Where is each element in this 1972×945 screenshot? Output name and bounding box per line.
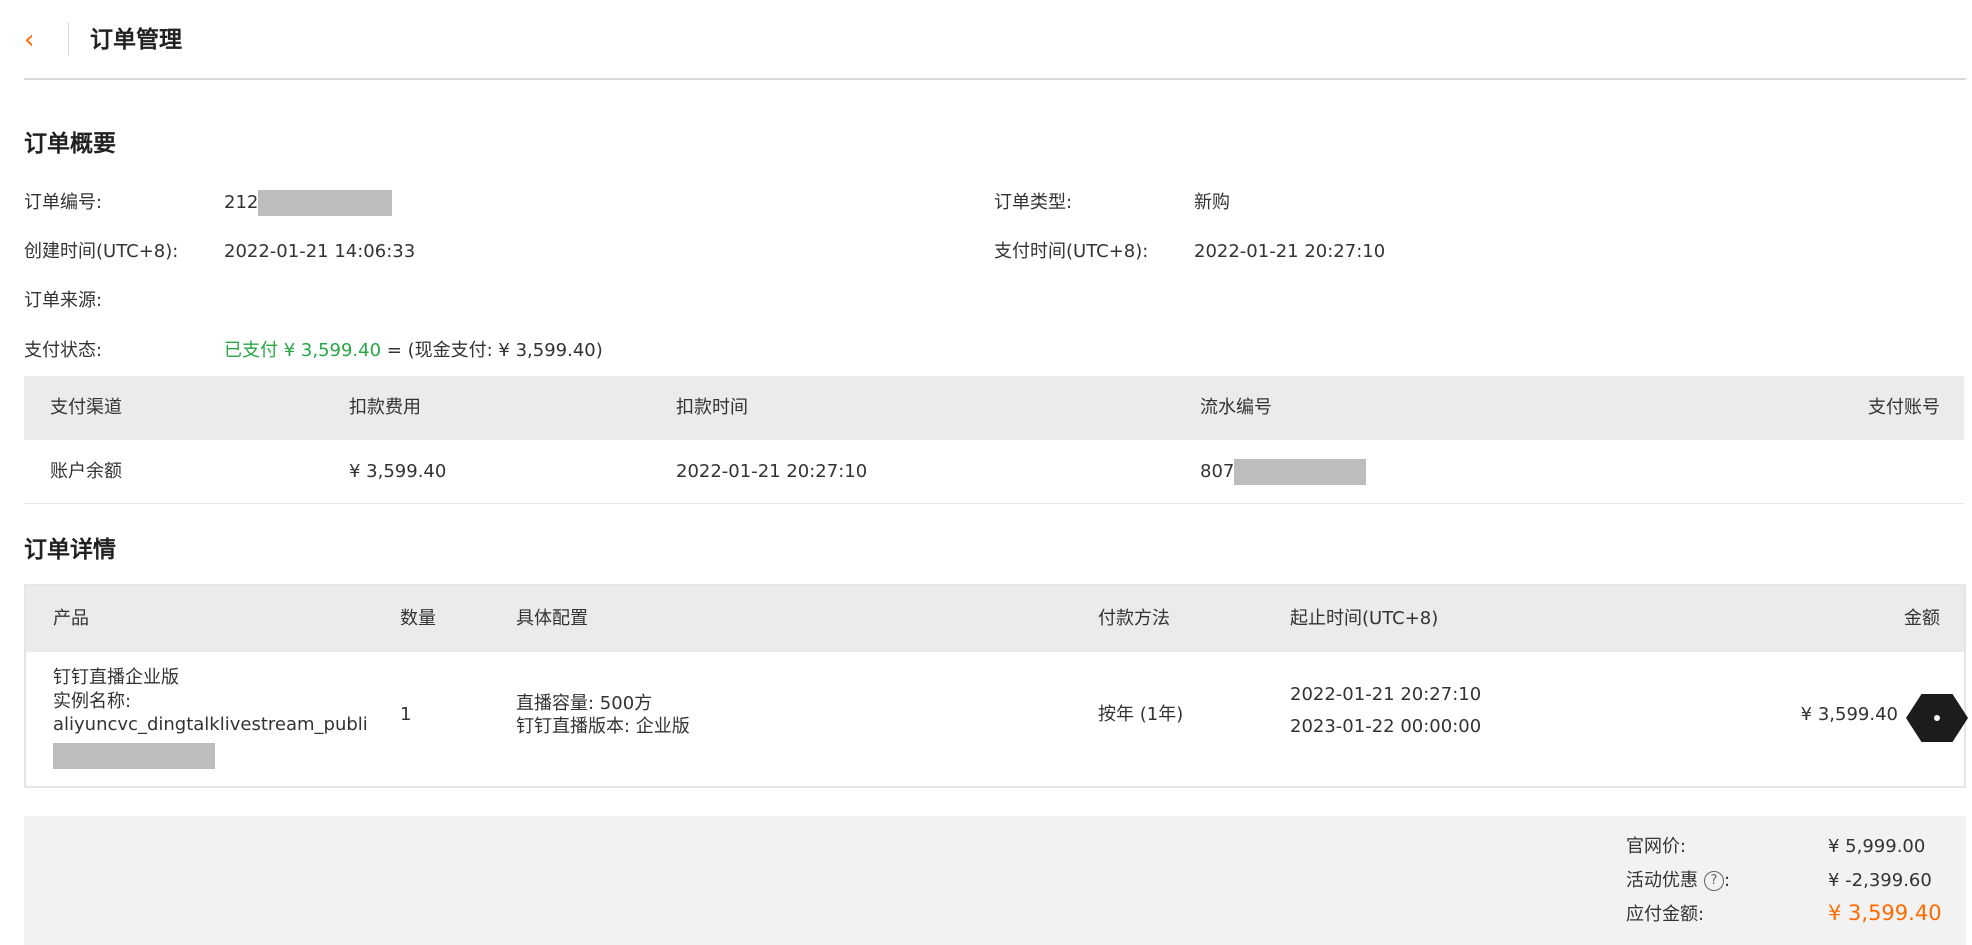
pay-status-value: 已支付 ¥ 3,599.40 = (现金支付: ¥ 3,599.40) [224,338,603,364]
instance-redaction [53,743,215,769]
discount-colon: : [1724,870,1731,891]
payment-col-channel: 支付渠道 [50,397,122,418]
payment-table-header: 支付渠道 扣款费用 扣款时间 流水编号 支付账号 [24,376,1964,440]
order-no-value: 212 [224,190,393,216]
config-edition-value: 企业版 [635,716,690,737]
order-no-redaction [258,190,393,216]
payable-value: ¥ 3,599.40 [1828,901,1942,925]
order-source-label: 订单来源: [24,290,103,311]
created-time-label: 创建时间(UTC+8): [24,241,179,262]
detail-col-pay-method: 付款方法 [1098,608,1170,629]
config-edition: 钉钉直播版本: 企业版 [516,715,690,739]
instance-label: 实例名称: [53,691,132,712]
end-time: 2023-01-22 00:00:00 [1290,716,1482,737]
payment-col-amount: 扣款费用 [349,397,421,418]
detail-col-config: 具体配置 [516,608,588,629]
product-name: 钉钉直播企业版 [53,667,179,688]
instance-value: aliyuncvc_dingtalklivestream_publi [53,714,368,735]
payment-amount-cell: ¥ 3,599.40 [349,461,447,482]
hex-badge-icon [1906,694,1968,742]
pay-status-paid: 已支付 ¥ 3,599.40 [224,340,382,361]
detail-col-quantity: 数量 [400,608,436,629]
amount-cell: ¥ 3,599.40 [1800,704,1898,725]
order-type-value: 新购 [1194,192,1230,213]
payable-label: 应付金额: [1626,904,1705,925]
detail-col-amount: 金额 [1904,608,1940,629]
pay-status-label: 支付状态: [24,340,103,361]
payment-serial-redaction [1234,459,1367,485]
pay-status-detail: = (现金支付: ¥ 3,599.40) [381,340,603,361]
list-price-value: ¥ 5,999.00 [1828,836,1926,857]
config-capacity: 直播容量: 500方 [516,693,653,714]
discount-value: ¥ -2,399.60 [1828,870,1932,891]
discount-label: 活动优惠?: [1626,868,1730,894]
payment-col-time: 扣款时间 [676,397,748,418]
payment-time-cell: 2022-01-21 20:27:10 [676,461,868,482]
page-title: 订单管理 [90,27,182,53]
quantity-cell: 1 [400,704,412,725]
payment-serial-cell: 807 [1200,440,1367,504]
order-management-page: ‹ 订单管理 订单概要 订单编号: 212 订单类型: 新购 创建时间(UTC+… [0,0,1972,945]
detail-section-title: 订单详情 [24,537,116,563]
paid-time-value: 2022-01-21 20:27:10 [1194,241,1386,262]
start-time: 2022-01-21 20:27:10 [1290,684,1482,705]
price-summary: 官网价: ¥ 5,999.00 活动优惠?: ¥ -2,399.60 应付金额:… [24,816,1966,945]
table-row: 钉钉直播企业版 实例名称: aliyuncvc_dingtalklivestre… [26,652,1968,786]
table-row: 账户余额 ¥ 3,599.40 2022-01-21 20:27:10 807 [24,440,1964,504]
order-no-visible: 212 [224,192,259,213]
order-no-label: 订单编号: [24,192,103,213]
payment-channel-cell: 账户余额 [50,461,122,482]
detail-table-header: 产品 数量 具体配置 付款方法 起止时间(UTC+8) 金额 [26,586,1964,652]
page-header: ‹ 订单管理 [24,0,1966,80]
back-arrow-icon[interactable]: ‹ [24,22,52,58]
help-icon[interactable]: ? [1704,871,1724,891]
pay-method-cell: 按年 (1年) [1098,704,1184,725]
detail-col-period: 起止时间(UTC+8) [1290,608,1439,629]
paid-time-label: 支付时间(UTC+8): [994,241,1149,262]
discount-label-text: 活动优惠 [1626,870,1698,891]
order-detail-table: 产品 数量 具体配置 付款方法 起止时间(UTC+8) 金额 钉钉直播企业版 实… [24,584,1968,788]
overview-section-title: 订单概要 [24,131,116,157]
header-divider [68,22,69,56]
order-type-label: 订单类型: [994,192,1073,213]
payment-serial-visible: 807 [1200,461,1235,482]
payment-col-serial: 流水编号 [1200,397,1272,418]
created-time-value: 2022-01-21 14:06:33 [224,241,416,262]
detail-col-product: 产品 [53,608,89,629]
config-edition-label: 钉钉直播版本: [516,716,636,737]
list-price-label: 官网价: [1626,836,1687,857]
payment-col-account: 支付账号 [1868,397,1940,418]
